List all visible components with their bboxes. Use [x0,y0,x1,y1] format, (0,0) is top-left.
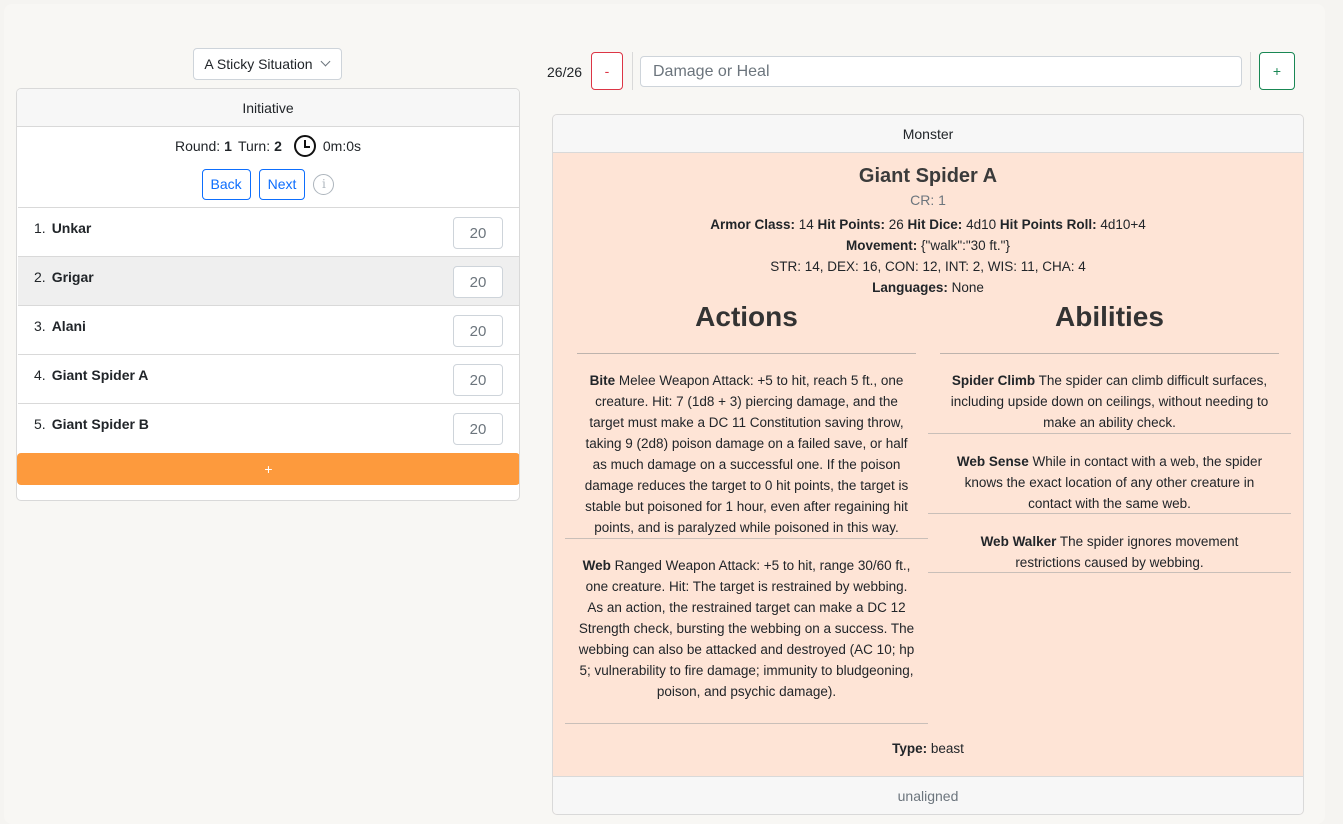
divider [632,52,633,90]
languages-value: None [947,280,984,295]
languages-label: Languages: [872,280,948,295]
clock-icon [293,135,316,157]
round-info: Round: 1 Turn: 2 0m:0s [17,127,519,165]
ac-value: 14 [794,217,818,232]
movement-label: Movement: [846,238,918,253]
ability-name: Web Sense [956,454,1029,469]
combatant-name: Giant Spider B [51,416,149,432]
list-item[interactable]: 4. Giant Spider A 20 [18,355,519,404]
actions-column: Actions Bite Melee Weapon Attack: +5 to … [565,301,928,724]
initiative-input[interactable]: 20 [453,413,503,445]
info-icon[interactable]: i [313,173,335,195]
round-label: Round: [174,138,221,154]
abilities-title: Abilities [1055,301,1164,332]
item-number: 3. [34,318,46,334]
combatant-name: Grigar [51,269,94,285]
stat-block: Armor Class: 14 Hit Points: 26 Hit Dice:… [553,214,1303,298]
scenario-select[interactable]: A Sticky Situation [193,48,342,80]
hit-dice-value: 4d10 [962,217,1000,232]
combatant-name: Unkar [51,220,92,236]
action-text: Melee Weapon Attack: +5 to hit, reach 5 … [584,373,909,535]
initiative-input[interactable]: 20 [453,266,503,298]
back-button[interactable]: Back [201,168,251,200]
action-entry: Web Ranged Weapon Attack: +5 to hit, ran… [565,539,928,724]
ability-name: Spider Climb [951,373,1036,388]
turn-label: Turn: [237,138,271,154]
monster-card: Monster Giant Spider A CR: 1 Armor Class… [552,114,1304,815]
damage-button[interactable]: - [591,52,623,90]
initiative-input[interactable]: 20 [453,364,503,396]
hp-roll-label: Hit Points Roll: [999,217,1097,232]
hit-points-display: 26/26 [547,64,583,80]
list-item[interactable]: 1. Unkar 20 [18,208,519,257]
scenario-select-value: A Sticky Situation [204,56,313,72]
initiative-card: Initiative Round: 1 Turn: 2 0m:0s Back N… [16,88,520,501]
monster-type: Type: beast [553,741,1303,756]
ability-name: Web Walker [980,534,1057,549]
monster-details: Actions Bite Melee Weapon Attack: +5 to … [565,301,1291,737]
movement-value: {"walk":"30 ft."} [917,238,1010,253]
combat-stats: Armor Class: 14 Hit Points: 26 Hit Dice:… [553,214,1303,235]
monster-name: Giant Spider A [858,165,998,187]
divider [1250,52,1251,90]
list-item[interactable]: 5. Giant Spider B 20 [18,404,519,453]
actions-title: Actions [695,301,798,332]
round-value: 1 [224,138,232,154]
movement-line: Movement: {"walk":"30 ft."} [553,235,1303,256]
damage-heal-input[interactable]: Damage or Heal [640,56,1242,87]
action-name: Bite [589,373,616,388]
item-number: 2. [34,269,46,285]
alignment-footer: unaligned [553,776,1303,814]
initiative-header: Initiative [17,89,519,127]
initiative-input[interactable]: 20 [453,217,503,249]
ability-entry: Web Walker The spider ignores movement r… [928,514,1291,573]
heal-button[interactable]: + [1259,52,1295,90]
ability-entry: Web Sense While in contact with a web, t… [928,434,1291,514]
type-value: beast [927,741,964,756]
abilities-column: Abilities Spider Climb The spider can cl… [928,301,1291,573]
ability-scores: STR: 14, DEX: 16, CON: 12, INT: 2, WIS: … [770,259,1086,274]
item-number: 4. [34,367,46,383]
combatant-name: Giant Spider A [51,367,149,383]
list-item[interactable]: 3. Alani 20 [18,306,519,355]
combatant-name: Alani [51,318,86,334]
hp-value: 26 [885,217,908,232]
ability-entry: Spider Climb The spider can climb diffic… [928,354,1291,434]
next-button[interactable]: Next [258,168,306,200]
turn-value: 2 [274,138,282,154]
turn-navigation: Back Next i [17,165,519,203]
type-label: Type: [892,741,928,756]
hit-dice-label: Hit Dice: [907,217,963,232]
hp-label: Hit Points: [817,217,886,232]
challenge-rating: CR: 1 [910,192,946,208]
item-number: 5. [34,416,46,432]
add-combatant-button[interactable]: + [17,453,519,485]
action-name: Web [582,558,611,573]
languages-line: Languages: None [553,277,1303,298]
monster-header: Monster [553,115,1303,153]
initiative-list: 1. Unkar 20 2. Grigar 20 3. Alani 20 4. … [18,207,519,453]
action-text: Ranged Weapon Attack: +5 to hit, range 3… [578,558,915,699]
action-entry: Bite Melee Weapon Attack: +5 to hit, rea… [565,354,928,539]
chevron-down-icon [321,59,331,69]
timer: 0m:0s [322,138,362,154]
list-item-active[interactable]: 2. Grigar 20 [18,257,519,306]
ac-label: Armor Class: [710,217,795,232]
initiative-input[interactable]: 20 [453,315,503,347]
hp-roll-value: 4d10+4 [1096,217,1146,232]
item-number: 1. [34,220,46,236]
